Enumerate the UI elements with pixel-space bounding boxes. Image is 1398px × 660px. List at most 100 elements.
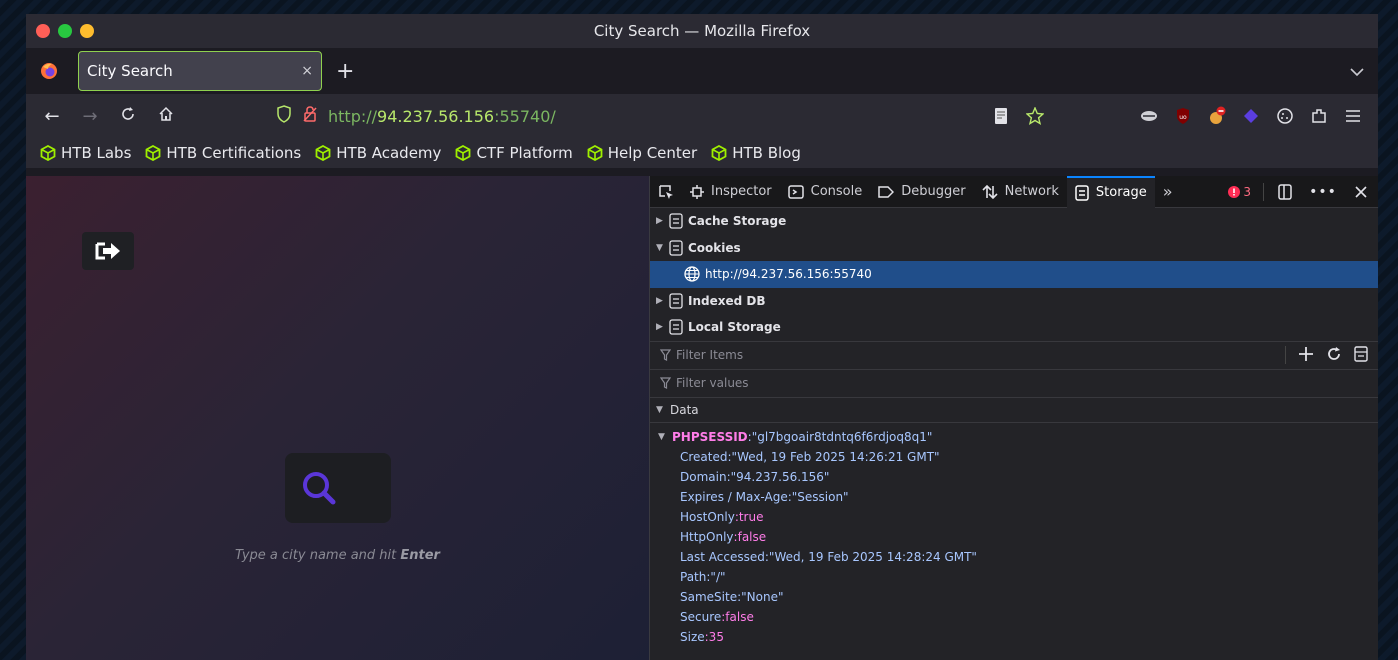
firefox-window: City Search — Mozilla Firefox City Searc…	[26, 14, 1378, 660]
forward-icon[interactable]: →	[71, 106, 109, 127]
more-tools-chevron-icon[interactable]: »	[1155, 176, 1181, 208]
collapse-arrow-icon[interactable]: ▼	[656, 243, 664, 253]
cookie-entry[interactable]: ▼ PHPSESSID:"gl7bgoair8tdntq6f6rdjoq8q1"	[650, 427, 1378, 447]
tab-debugger-label: Debugger	[901, 184, 966, 199]
bookmark-label: HTB Certifications	[166, 144, 302, 162]
bookmark-item[interactable]: CTF Platform	[455, 144, 573, 162]
cookie-property[interactable]: HttpOnly:false	[650, 527, 1378, 547]
cookie-property[interactable]: HostOnly:true	[650, 507, 1378, 527]
storage-icon	[1075, 184, 1089, 201]
logout-button[interactable]	[82, 232, 134, 270]
property-key: Expires / Max-Age	[680, 489, 788, 504]
filter-icon	[660, 349, 671, 361]
tab-network[interactable]: Network	[974, 176, 1067, 208]
toggle-sidebar-icon[interactable]	[1354, 345, 1368, 365]
insecure-lock-icon[interactable]	[302, 105, 318, 127]
bookmark-item[interactable]: HTB Academy	[315, 144, 441, 162]
logout-icon	[95, 242, 120, 260]
expand-arrow-icon[interactable]: ▶	[656, 296, 664, 306]
city-search-box[interactable]	[285, 453, 391, 523]
cookie-property[interactable]: Path:"/"	[650, 567, 1378, 587]
home-icon[interactable]	[147, 106, 185, 127]
list-tabs-icon[interactable]	[1350, 62, 1364, 81]
tab-console-label: Console	[810, 184, 863, 199]
extension-hack-icon[interactable]	[1132, 102, 1166, 130]
bookmark-star-icon[interactable]	[1018, 102, 1052, 130]
cookie-property[interactable]: Secure:false	[650, 607, 1378, 627]
dock-side-icon[interactable]	[1268, 178, 1302, 206]
property-value: :"Wed, 19 Feb 2025 14:28:24 GMT"	[764, 549, 977, 564]
reload-icon[interactable]	[109, 106, 147, 127]
property-key: HostOnly	[680, 509, 735, 524]
tab-inspector-label: Inspector	[711, 184, 772, 199]
property-value: :"94.237.56.156"	[726, 469, 830, 484]
bookmark-label: CTF Platform	[476, 144, 573, 162]
cookie-property[interactable]: Created:"Wed, 19 Feb 2025 14:26:21 GMT"	[650, 447, 1378, 467]
reader-view-icon[interactable]	[984, 102, 1018, 130]
cookie-property[interactable]: Size:35	[650, 627, 1378, 647]
property-value: :false	[721, 609, 754, 624]
error-count-badge[interactable]: 3	[1228, 185, 1251, 199]
property-key: Domain	[680, 469, 727, 484]
close-window-button[interactable]	[36, 24, 50, 38]
bookmark-label: HTB Labs	[61, 144, 132, 162]
debugger-icon	[878, 185, 895, 198]
tree-item-cache-storage[interactable]: ▶ Cache Storage	[650, 208, 1378, 235]
back-icon[interactable]: ←	[33, 106, 71, 127]
close-devtools-icon[interactable]	[1344, 178, 1378, 206]
url-text[interactable]: http://94.237.56.156:55740/	[328, 107, 556, 126]
property-key: Created	[680, 449, 728, 464]
maximize-window-button[interactable]	[58, 24, 72, 38]
bookmark-label: HTB Blog	[732, 144, 801, 162]
hint-text: Type a city name and hit	[235, 548, 401, 563]
collapse-arrow-icon[interactable]: ▼	[658, 432, 666, 442]
extension-gem-icon[interactable]	[1234, 102, 1268, 130]
devtools-toolbar: Inspector Console Debugger Network Stora…	[650, 175, 1378, 208]
new-tab-button[interactable]: +	[336, 59, 354, 84]
bookmark-label: HTB Academy	[336, 144, 442, 162]
tab-inspector[interactable]: Inspector	[682, 176, 780, 208]
devtools-menu-icon[interactable]: •••	[1306, 178, 1340, 206]
data-section-header[interactable]: ▼ Data	[650, 396, 1378, 423]
tree-item-indexed-db[interactable]: ▶ Indexed DB	[650, 288, 1378, 315]
bookmark-item[interactable]: HTB Certifications	[145, 144, 301, 162]
cookie-property[interactable]: Domain:"94.237.56.156"	[650, 467, 1378, 487]
tab-console[interactable]: Console	[780, 176, 871, 208]
add-item-icon[interactable]	[1298, 346, 1314, 365]
extension-cookie-blocker-icon[interactable]	[1200, 102, 1234, 130]
tab-debugger[interactable]: Debugger	[870, 176, 973, 208]
htb-cube-icon	[40, 145, 56, 161]
bookmark-label: Help Center	[607, 144, 698, 162]
cookie-property[interactable]: Last Accessed:"Wed, 19 Feb 2025 14:28:24…	[650, 547, 1378, 567]
expand-arrow-icon[interactable]: ▶	[656, 216, 664, 226]
filter-values-input[interactable]: Filter values	[650, 368, 1378, 397]
toolbar-divider	[1263, 183, 1264, 201]
bookmark-item[interactable]: Help Center	[587, 144, 697, 162]
hamburger-menu-icon[interactable]	[1336, 102, 1370, 130]
element-picker-icon[interactable]	[650, 176, 682, 208]
tab-city-search[interactable]: City Search ×	[78, 51, 322, 91]
tab-network-label: Network	[1004, 184, 1059, 199]
cookie-property[interactable]: SameSite:"None"	[650, 587, 1378, 607]
expand-arrow-icon[interactable]: ▶	[656, 322, 664, 332]
ublock-origin-icon[interactable]: uo	[1166, 102, 1200, 130]
tree-item-local-storage[interactable]: ▶ Local Storage	[650, 314, 1378, 341]
minimize-window-button[interactable]	[80, 24, 94, 38]
tracking-shield-icon[interactable]	[276, 105, 292, 127]
tree-item-cookie-host[interactable]: http://94.237.56.156:55740	[650, 261, 1378, 288]
filter-items-input[interactable]: Filter Items	[650, 340, 1378, 369]
refresh-icon[interactable]	[1326, 346, 1342, 365]
close-tab-icon[interactable]: ×	[301, 63, 313, 79]
network-icon	[982, 184, 998, 199]
cookie-editor-icon[interactable]	[1268, 102, 1302, 130]
collapse-arrow-icon[interactable]: ▼	[656, 405, 664, 415]
tab-storage[interactable]: Storage	[1066, 175, 1155, 208]
bookmark-item[interactable]: HTB Labs	[40, 144, 131, 162]
extensions-puzzle-icon[interactable]	[1302, 102, 1336, 130]
property-value: :35	[704, 629, 724, 644]
url-bar[interactable]: http://94.237.56.156:55740/	[276, 102, 556, 130]
tree-item-cookies[interactable]: ▼ Cookies	[650, 235, 1378, 262]
bookmark-item[interactable]: HTB Blog	[711, 144, 801, 162]
tree-item-label: Cache Storage	[688, 214, 787, 229]
cookie-property[interactable]: Expires / Max-Age:"Session"	[650, 487, 1378, 507]
